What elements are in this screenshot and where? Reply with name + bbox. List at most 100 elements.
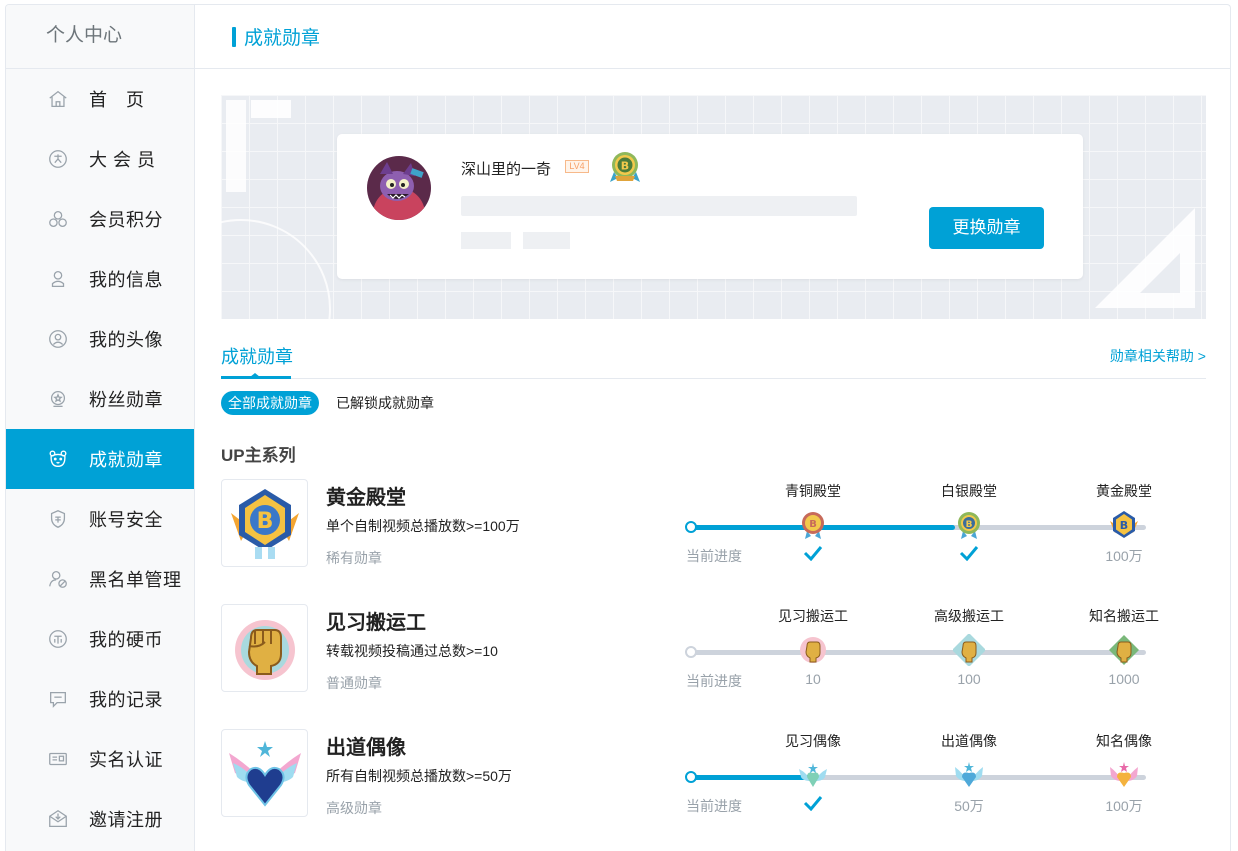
sidebar-item-label: 我的硬币	[89, 630, 163, 650]
level-value: 100	[957, 671, 981, 687]
sidebar-item-label: 我的记录	[89, 690, 163, 710]
sidebar-item-label: 大 会 员	[89, 150, 156, 170]
ruler-decoration	[226, 100, 246, 192]
placeholder-bar	[523, 232, 570, 249]
fan-medal-icon	[46, 387, 70, 411]
invite-icon	[46, 807, 70, 831]
sidebar-item-security[interactable]: 账号安全	[6, 489, 194, 549]
progress-track	[692, 525, 1146, 530]
medal-rarity: 高级勋章	[326, 800, 382, 816]
level-name: 出道偶像	[941, 733, 997, 749]
level-name: 白银殿堂	[941, 483, 997, 499]
series-title: UP主系列	[221, 446, 296, 465]
tab-bar: 成就勋章 勋章相关帮助 >	[221, 338, 1206, 379]
medal-thumbnail[interactable]	[221, 729, 308, 817]
sidebar-item-avatar[interactable]: 我的头像	[6, 309, 194, 369]
fist-medal-icon	[234, 620, 295, 680]
worn-medal-icon: B	[606, 148, 644, 186]
id-card-icon	[46, 747, 70, 771]
sidebar-item-achievement[interactable]: 成就勋章	[6, 429, 194, 489]
sidebar-item-records[interactable]: 我的记录	[6, 669, 194, 729]
fist-icon	[797, 634, 829, 666]
sidebar-item-points[interactable]: 会员积分	[6, 189, 194, 249]
title-accent-bar	[232, 26, 236, 47]
medal-thumbnail[interactable]: B	[221, 479, 308, 567]
sidebar-item-label: 首 页	[89, 90, 145, 110]
shield-icon	[46, 507, 70, 531]
idol-heart-medal-icon	[228, 741, 301, 807]
medal-name: 见习搬运工	[326, 612, 426, 634]
medal-name: 出道偶像	[326, 737, 406, 759]
filter-unlocked-button[interactable]: 已解锁成就勋章	[329, 391, 441, 415]
idol-icon	[953, 759, 985, 791]
check-icon	[803, 796, 823, 811]
filter-group: 全部成就勋章 已解锁成就勋章	[221, 391, 441, 415]
progress-label: 当前进度	[686, 798, 742, 814]
bronze-hall-icon: B	[797, 509, 829, 541]
level-name: 知名偶像	[1096, 733, 1152, 749]
vip-icon	[46, 147, 70, 171]
sidebar-item-home[interactable]: 首 页	[6, 69, 194, 129]
main-content: 成就勋章 深山里的一奇 LV4 B 更换勋章 成就勋章 勋章相关帮助 > 全部成…	[195, 5, 1230, 851]
level-value: 100万	[1105, 548, 1143, 564]
progress-start-dot	[685, 521, 697, 533]
profile-card: 深山里的一奇 LV4 B 更换勋章	[337, 134, 1083, 279]
level-value: 1000	[1108, 671, 1140, 687]
level-name: 黄金殿堂	[1096, 483, 1152, 499]
placeholder-bar	[461, 232, 511, 249]
sidebar-item-fan-medal[interactable]: 粉丝勋章	[6, 369, 194, 429]
medal-description: 单个自制视频总播放数>=100万	[326, 518, 520, 534]
sidebar-item-vip[interactable]: 大 会 员	[6, 129, 194, 189]
medal-name: 黄金殿堂	[326, 487, 406, 509]
sidebar-title: 个人中心	[6, 5, 194, 69]
protractor-decoration	[221, 219, 331, 319]
sidebar-item-label: 成就勋章	[89, 450, 163, 470]
medal-help-link[interactable]: 勋章相关帮助 >	[1110, 346, 1206, 366]
bear-icon	[46, 447, 70, 471]
medal-row: 见习搬运工 转载视频投稿通过总数>=10 普通勋章 当前进度 见习搬运工 10 …	[221, 604, 1206, 694]
sidebar-item-invite[interactable]: 邀请注册	[6, 789, 194, 849]
progress-label: 当前进度	[686, 548, 742, 564]
record-icon	[46, 687, 70, 711]
sidebar-item-label: 黑名单管理	[89, 570, 182, 590]
golden-hall-icon: B	[1108, 509, 1140, 541]
fist-icon	[1108, 634, 1140, 666]
level-badge: LV4	[565, 160, 589, 173]
sidebar-item-coins[interactable]: 我的硬币	[6, 609, 194, 669]
tab-achievement-medals[interactable]: 成就勋章	[221, 343, 293, 369]
level-name: 见习搬运工	[778, 608, 848, 624]
sidebar-item-label: 实名认证	[89, 750, 163, 770]
silver-hall-icon: B	[953, 509, 985, 541]
svg-text:B: B	[809, 519, 817, 530]
level-name: 青铜殿堂	[785, 483, 841, 499]
points-icon	[46, 207, 70, 231]
sidebar: 个人中心 首 页 大 会 员 会员积分 我的信息 我的头像 粉丝勋章 成就勋章	[6, 5, 195, 851]
medal-banner: 深山里的一奇 LV4 B 更换勋章	[221, 95, 1206, 319]
check-icon	[959, 546, 979, 561]
change-medal-button[interactable]: 更换勋章	[929, 207, 1044, 249]
level-name: 见习偶像	[785, 733, 841, 749]
avatar[interactable]	[367, 156, 431, 220]
progress-start-dot	[685, 771, 697, 783]
progress-label: 当前进度	[686, 673, 742, 689]
medal-row: 出道偶像 所有自制视频总播放数>=50万 高级勋章 当前进度 见习偶像 出道偶像…	[221, 729, 1206, 819]
svg-text:B: B	[966, 520, 973, 530]
medal-rarity: 稀有勋章	[326, 550, 382, 566]
coin-icon	[46, 627, 70, 651]
medal-thumbnail[interactable]	[221, 604, 308, 692]
sidebar-item-label: 我的头像	[89, 330, 163, 350]
avatar-icon	[46, 327, 70, 351]
page-header: 成就勋章	[195, 5, 1230, 69]
check-icon	[803, 546, 823, 561]
home-icon	[46, 87, 70, 111]
sidebar-item-info[interactable]: 我的信息	[6, 249, 194, 309]
ruler-decoration	[251, 100, 291, 118]
fist-icon	[952, 633, 986, 667]
filter-all-button[interactable]: 全部成就勋章	[221, 391, 319, 415]
sidebar-item-blacklist[interactable]: 黑名单管理	[6, 549, 194, 609]
medal-row: B 黄金殿堂 单个自制视频总播放数>=100万 稀有勋章 当前进度 青铜殿堂 B…	[221, 479, 1206, 569]
sidebar-item-realname[interactable]: 实名认证	[6, 729, 194, 789]
level-value: 10	[805, 671, 821, 687]
idol-icon	[1108, 759, 1140, 791]
progress-track	[692, 650, 1146, 655]
